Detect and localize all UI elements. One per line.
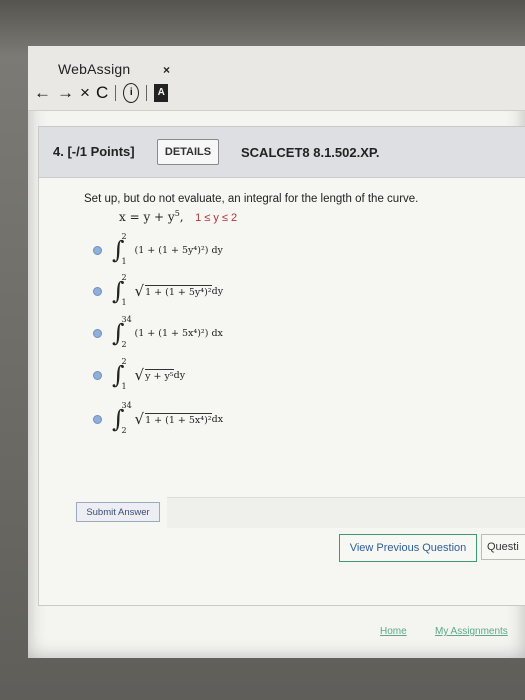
submit-area bbox=[167, 497, 525, 528]
option-expression: ∫ 34 2 √ 1 + (1 + 5x⁴)² dx bbox=[112, 401, 223, 437]
radio-button[interactable] bbox=[93, 370, 102, 380]
upper-limit: 2 bbox=[121, 232, 127, 241]
stop-icon[interactable]: × bbox=[80, 83, 90, 102]
answer-option[interactable]: ∫ 34 2 (1 + (1 + 5x⁴)²) dx bbox=[93, 315, 223, 351]
upper-limit: 34 bbox=[121, 401, 132, 410]
submit-answer-button[interactable]: Submit Answer bbox=[76, 502, 160, 522]
lower-limit: 2 bbox=[121, 426, 127, 435]
my-assignments-link[interactable]: My Assignments bbox=[435, 626, 508, 637]
lower-limit: 1 bbox=[121, 298, 127, 307]
tab-title[interactable]: WebAssign bbox=[58, 61, 130, 77]
back-arrow-icon[interactable]: ← bbox=[34, 83, 51, 102]
nav-separator bbox=[115, 85, 117, 101]
option-expression: ∫ 34 2 (1 + (1 + 5x⁴)²) dx bbox=[112, 315, 223, 351]
upper-limit: 2 bbox=[121, 273, 127, 282]
forward-arrow-icon[interactable]: → bbox=[57, 83, 74, 102]
home-link[interactable]: Home bbox=[380, 626, 407, 637]
equation-condition: 1 ≤ y ≤ 2 bbox=[195, 212, 238, 224]
reload-icon[interactable]: C bbox=[96, 83, 108, 102]
nav-bar: ← → × C i A bbox=[34, 83, 169, 103]
lower-limit: 1 bbox=[121, 382, 127, 391]
equation-exponent: 5 bbox=[174, 209, 180, 218]
integral-limits: 34 2 bbox=[122, 401, 132, 437]
upper-limit: 34 bbox=[121, 315, 132, 324]
sqrt-icon: √ bbox=[134, 410, 145, 428]
differential: dy bbox=[173, 369, 186, 381]
sqrt-icon: √ bbox=[134, 366, 145, 384]
curve-equation: x = y + y5, 1 ≤ y ≤ 2 bbox=[119, 209, 238, 224]
browser-topbar: WebAssign × ← → × C i A bbox=[28, 46, 525, 111]
nav-separator bbox=[146, 85, 148, 101]
tab-close-icon[interactable]: × bbox=[163, 63, 170, 77]
answer-option[interactable]: ∫ 2 1 (1 + (1 + 5y⁴)²) dy bbox=[93, 232, 223, 268]
question-header: 4. [-/1 Points] DETAILS SCALCET8 8.1.502… bbox=[39, 127, 525, 178]
option-expression: ∫ 2 1 (1 + (1 + 5y⁴)²) dy bbox=[112, 232, 223, 268]
radio-button[interactable] bbox=[93, 286, 102, 296]
integral-limits: 2 1 bbox=[122, 232, 132, 268]
differential: dx bbox=[211, 413, 224, 425]
details-button[interactable]: DETAILS bbox=[157, 139, 219, 165]
upper-limit: 2 bbox=[121, 357, 127, 366]
differential: dy bbox=[211, 285, 224, 297]
view-previous-question-button[interactable]: View Previous Question bbox=[339, 534, 477, 562]
browser-screen: WebAssign × ← → × C i A 4. [-/1 Points] … bbox=[28, 46, 525, 658]
option-expression: ∫ 2 1 √ y + y⁵ dy bbox=[112, 357, 185, 393]
lower-limit: 1 bbox=[121, 257, 127, 266]
option-expression: ∫ 2 1 √ 1 + (1 + 5y⁴)² dy bbox=[112, 273, 223, 309]
integrand: 1 + (1 + 5y⁴)² bbox=[145, 284, 212, 298]
integrand: (1 + (1 + 5x⁴)²) dx bbox=[134, 327, 223, 339]
integral-limits: 34 2 bbox=[122, 315, 132, 351]
question-prompt: Set up, but do not evaluate, an integral… bbox=[84, 193, 419, 205]
lower-limit: 2 bbox=[121, 340, 127, 349]
integrand: (1 + (1 + 5y⁴)²) dy bbox=[134, 244, 223, 256]
question-code: SCALCET8 8.1.502.XP. bbox=[241, 145, 380, 160]
radio-button[interactable] bbox=[93, 414, 102, 424]
extension-icon[interactable]: A bbox=[154, 84, 169, 102]
integral-limits: 2 1 bbox=[122, 273, 132, 309]
answer-option[interactable]: ∫ 34 2 √ 1 + (1 + 5x⁴)² dx bbox=[93, 401, 223, 437]
question-number: 4. [-/1 Points] bbox=[53, 144, 135, 159]
answer-option[interactable]: ∫ 2 1 √ 1 + (1 + 5y⁴)² dy bbox=[93, 273, 223, 309]
radio-button[interactable] bbox=[93, 245, 102, 255]
sqrt-icon: √ bbox=[134, 282, 145, 300]
integrand: y + y⁵ bbox=[145, 368, 174, 382]
question-nav-button[interactable]: Questi bbox=[481, 534, 525, 560]
integral-limits: 2 1 bbox=[122, 357, 132, 393]
integrand: 1 + (1 + 5x⁴)² bbox=[145, 412, 212, 426]
answer-option[interactable]: ∫ 2 1 √ y + y⁵ dy bbox=[93, 357, 185, 393]
radio-button[interactable] bbox=[93, 328, 102, 338]
site-info-icon[interactable]: i bbox=[123, 83, 140, 103]
equation-text: x = y + y bbox=[119, 210, 175, 224]
